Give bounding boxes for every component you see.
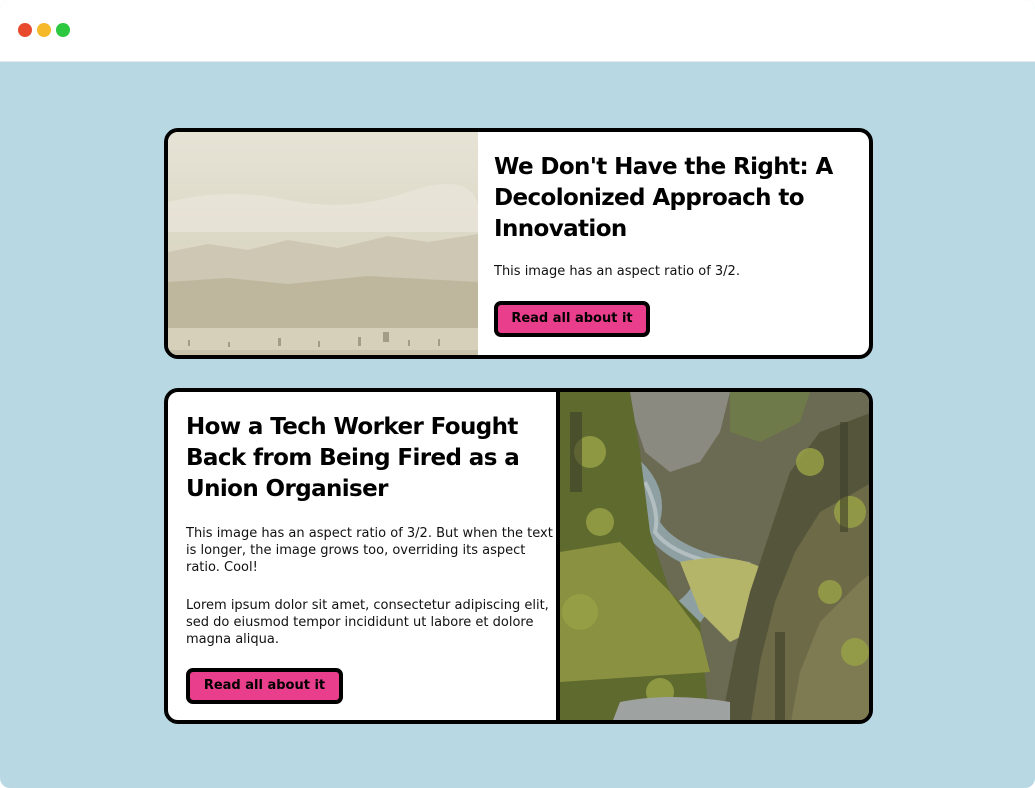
card-1-content: We Don't Have the Right: A Decolonized A… [494, 132, 849, 355]
hazy-beach-image [168, 132, 478, 355]
article-card-2: How a Tech Worker Fought Back from Being… [164, 388, 873, 724]
browser-window: We Don't Have the Right: A Decolonized A… [0, 0, 1035, 788]
card-1-description: This image has an aspect ratio of 3/2. [494, 264, 740, 279]
card-2-lorem-text: Lorem ipsum dolor sit amet, consectetur … [186, 598, 549, 647]
close-window-button[interactable] [18, 23, 32, 37]
card-2-description: This image has an aspect ratio of 3/2. B… [186, 526, 553, 575]
card-2-title: How a Tech Worker Fought Back from Being… [186, 414, 520, 502]
article-card-1: We Don't Have the Right: A Decolonized A… [164, 128, 873, 359]
read-more-button-1[interactable]: Read all about it [494, 301, 650, 337]
window-titlebar [0, 0, 1035, 62]
read-more-button-2[interactable]: Read all about it [186, 668, 343, 704]
minimize-window-button[interactable] [37, 23, 51, 37]
card-1-image [168, 132, 478, 355]
card-1-title: We Don't Have the Right: A Decolonized A… [494, 154, 833, 242]
card-2-image [556, 392, 869, 720]
maximize-window-button[interactable] [56, 23, 70, 37]
canyon-river-image [560, 392, 869, 720]
card-2-content: How a Tech Worker Fought Back from Being… [186, 392, 556, 720]
